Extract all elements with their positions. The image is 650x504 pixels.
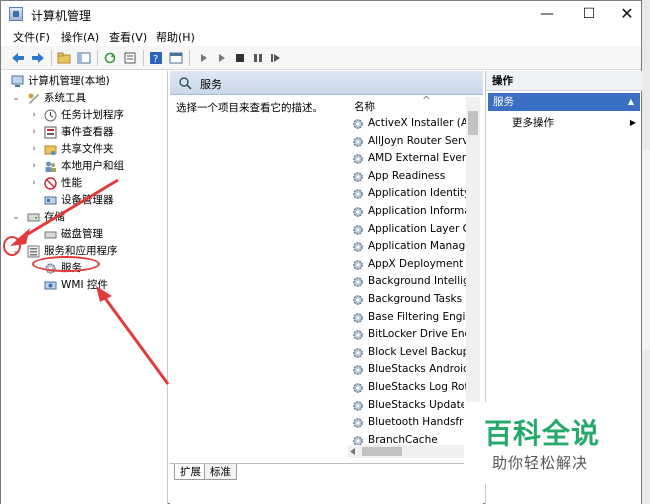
annotation-arrowhead (10, 228, 30, 246)
watermark-subtitle: 助你轻松解决 (492, 454, 589, 472)
watermark-title: 百科全说 (484, 417, 601, 450)
watermark-logo: 百科全说 助你轻松解决 (464, 402, 630, 484)
annotation-arrowhead (96, 286, 112, 302)
